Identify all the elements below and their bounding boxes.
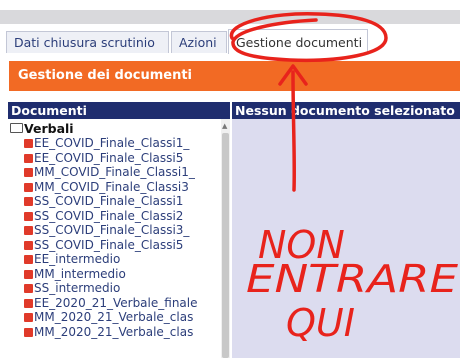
document-item[interactable]: MM_COVID_Finale_Classi3 bbox=[8, 180, 220, 195]
document-item-label: EE_COVID_Finale_Classi5 bbox=[34, 150, 184, 165]
pdf-file-icon bbox=[24, 298, 33, 308]
tab-azioni[interactable]: Azioni bbox=[171, 31, 227, 53]
pdf-file-icon bbox=[24, 240, 33, 250]
document-item-label: MM_COVID_Finale_Classi1_ bbox=[34, 165, 195, 179]
pdf-file-icon bbox=[24, 168, 33, 177]
document-item[interactable]: SS_COVID_Finale_Classi2 bbox=[8, 209, 220, 224]
document-item-label: SS_COVID_Finale_Classi2 bbox=[34, 208, 184, 223]
folder-label: Verbali bbox=[24, 121, 74, 136]
document-item[interactable]: EE_COVID_Finale_Classi1_ bbox=[8, 136, 220, 151]
pdf-file-icon bbox=[24, 182, 33, 192]
pdf-file-icon bbox=[24, 197, 33, 206]
tab-dati-chiusura-scrutinio[interactable]: Dati chiusura scrutinio bbox=[6, 31, 169, 53]
document-item[interactable]: EE_2020_21_Verbale_finale bbox=[8, 296, 220, 311]
document-item[interactable]: MM_intermedio bbox=[8, 267, 220, 282]
documents-tree-panel: Verbali EE_COVID_Finale_Classi1_ EE_COVID… bbox=[8, 119, 230, 358]
document-item-label: MM_intermedio bbox=[34, 266, 126, 281]
document-item-label: EE_COVID_Finale_Classi1_ bbox=[34, 136, 190, 150]
pdf-file-icon bbox=[24, 313, 33, 322]
pdf-file-icon bbox=[24, 284, 33, 293]
tab-bar: Dati chiusura scrutinio Azioni Gestione … bbox=[0, 24, 460, 55]
pdf-file-icon bbox=[24, 255, 33, 264]
tab-gestione-documenti[interactable]: Gestione documenti bbox=[228, 29, 368, 55]
folder-open-icon bbox=[10, 123, 23, 133]
document-item-label: EE_2020_21_Verbale_finale bbox=[34, 295, 198, 310]
documents-column-header: Documenti bbox=[8, 102, 230, 119]
pdf-file-icon bbox=[24, 211, 33, 221]
scrollbar-thumb[interactable] bbox=[222, 133, 229, 358]
pdf-file-icon bbox=[24, 226, 33, 235]
browser-top-strip bbox=[0, 0, 460, 10]
tree-scrollbar[interactable]: ▲ bbox=[221, 119, 230, 358]
banner-area: Gestione dei documenti bbox=[0, 54, 460, 98]
documents-tree: Verbali EE_COVID_Finale_Classi1_ EE_COVID… bbox=[8, 121, 220, 339]
document-item[interactable]: SS_intermedio bbox=[8, 281, 220, 296]
document-item-label: MM_COVID_Finale_Classi3 bbox=[34, 179, 189, 194]
document-item[interactable]: EE_COVID_Finale_Classi5 bbox=[8, 151, 220, 166]
pdf-file-icon bbox=[24, 327, 33, 337]
pdf-file-icon bbox=[24, 269, 33, 279]
document-item[interactable]: MM_2020_21_Verbale_clas bbox=[8, 310, 220, 325]
document-preview-panel bbox=[232, 119, 460, 358]
document-item-label: SS_COVID_Finale_Classi3_ bbox=[34, 223, 190, 237]
document-item-label: MM_2020_21_Verbale_clas bbox=[34, 310, 194, 324]
document-item[interactable]: SS_COVID_Finale_Classi5 bbox=[8, 238, 220, 253]
document-item[interactable]: MM_2020_21_Verbale_clas bbox=[8, 325, 220, 340]
pdf-file-icon bbox=[24, 139, 33, 148]
document-item-label: SS_COVID_Finale_Classi1 bbox=[34, 194, 184, 208]
pdf-file-icon bbox=[24, 153, 33, 163]
document-item-label: MM_2020_21_Verbale_clas bbox=[34, 324, 194, 339]
section-title: Gestione dei documenti bbox=[9, 61, 460, 91]
scroll-up-arrow-icon[interactable]: ▲ bbox=[222, 122, 227, 130]
document-item-label: SS_intermedio bbox=[34, 281, 121, 295]
document-item[interactable]: SS_COVID_Finale_Classi3_ bbox=[8, 223, 220, 238]
folder-verbali[interactable]: Verbali bbox=[8, 121, 220, 136]
document-item[interactable]: MM_COVID_Finale_Classi1_ bbox=[8, 165, 220, 180]
window-toolbar bbox=[0, 10, 460, 24]
document-item[interactable]: EE_intermedio bbox=[8, 252, 220, 267]
preview-column-header: Nessun documento selezionato bbox=[232, 102, 460, 119]
document-item[interactable]: SS_COVID_Finale_Classi1 bbox=[8, 194, 220, 209]
document-item-label: EE_intermedio bbox=[34, 252, 121, 266]
document-item-label: SS_COVID_Finale_Classi5 bbox=[34, 237, 184, 252]
